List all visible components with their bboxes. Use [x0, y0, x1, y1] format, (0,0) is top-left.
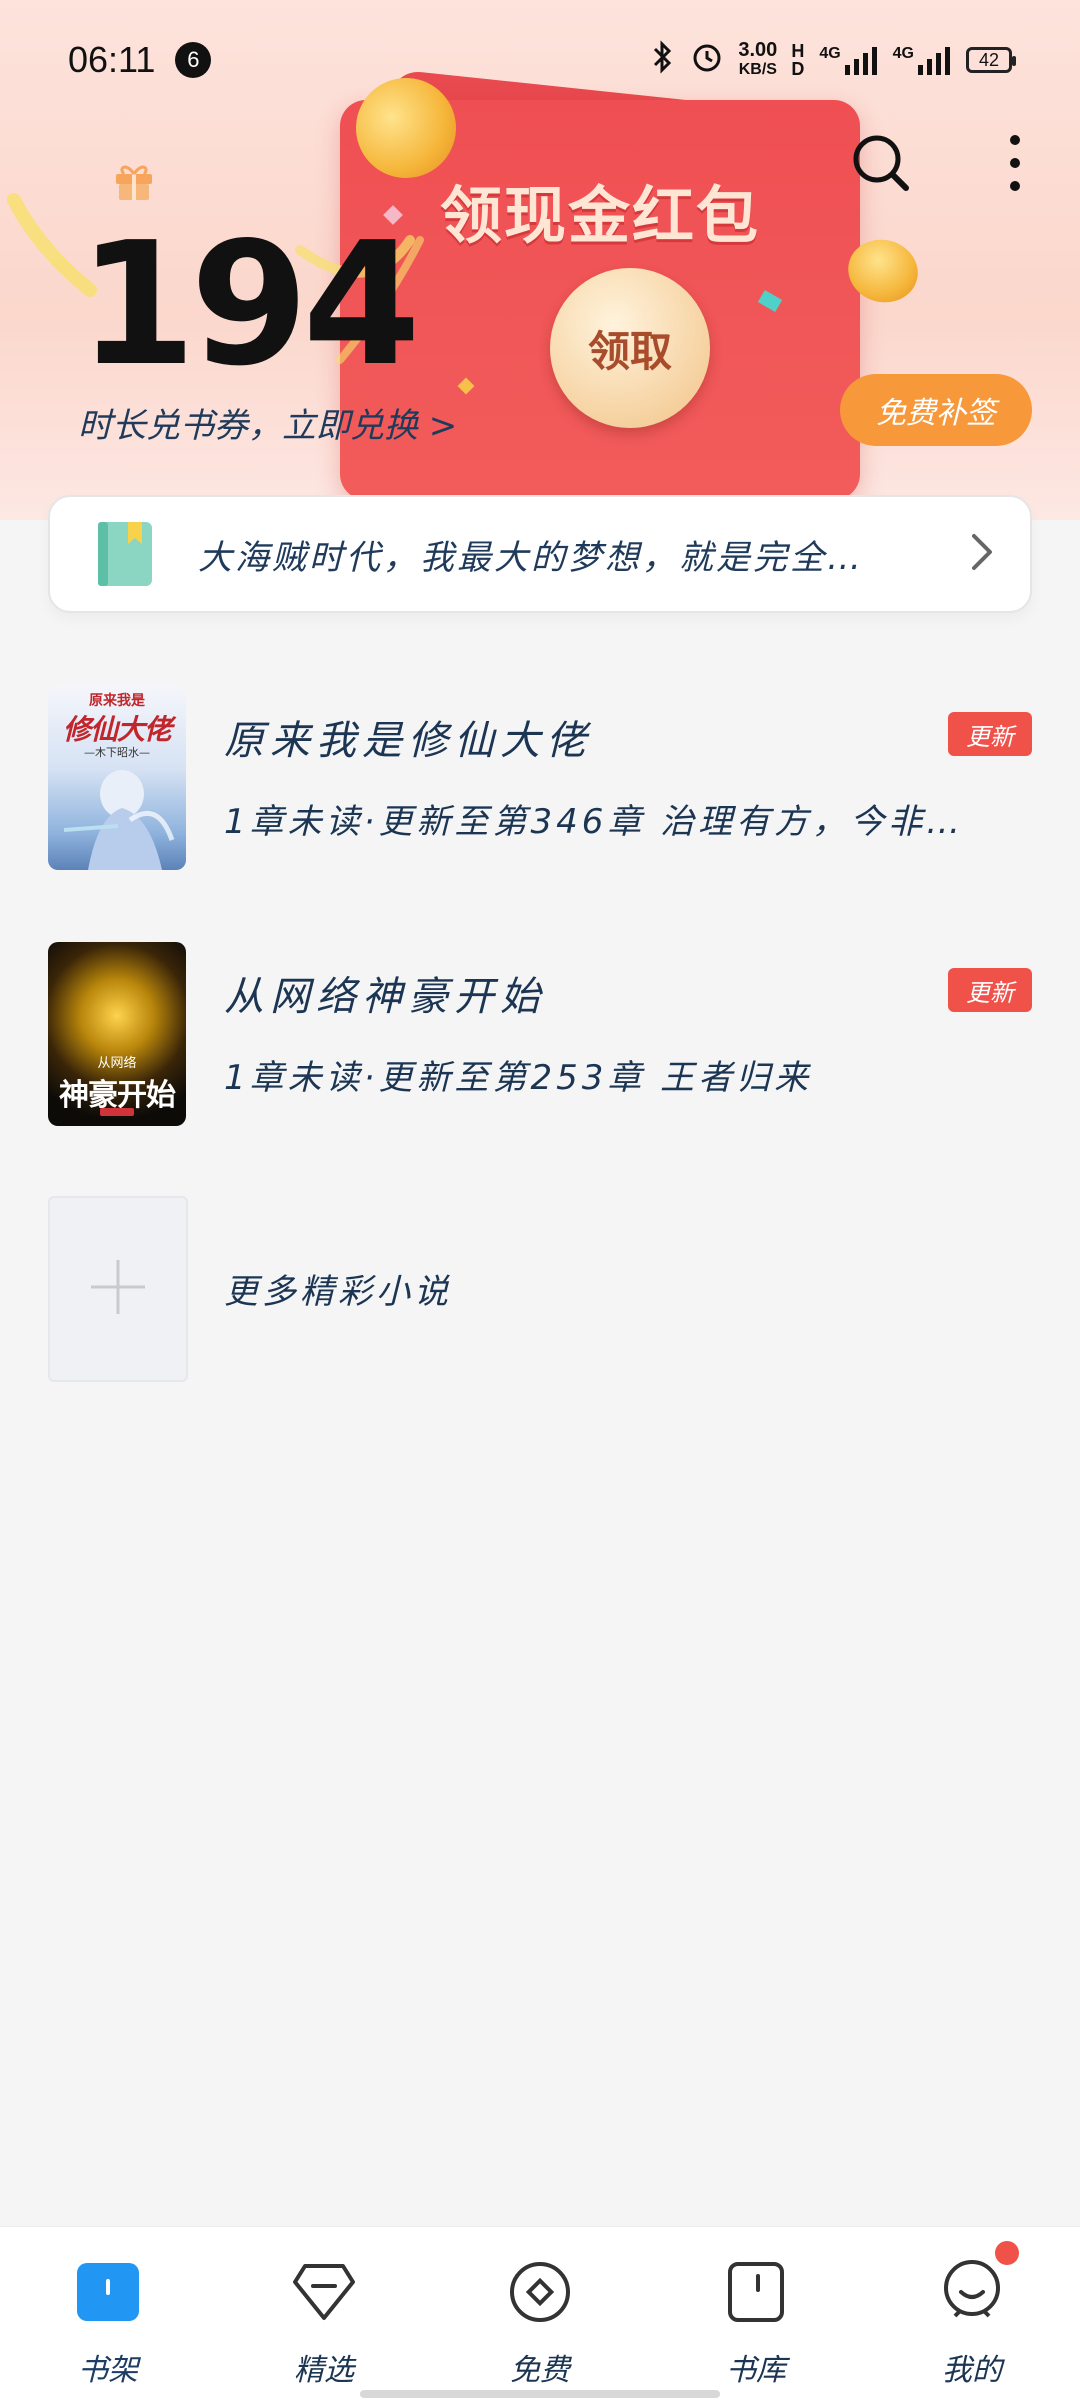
search-icon: [850, 132, 912, 198]
search-button[interactable]: [846, 130, 916, 200]
alarm-icon: [690, 40, 724, 81]
network-type-2: 4G: [892, 45, 914, 62]
notification-dot: [995, 2241, 1019, 2265]
cover-figure-illustration: [63, 770, 175, 870]
book-title[interactable]: 从网络神豪开始: [224, 964, 546, 1022]
featured-icon: [291, 2259, 357, 2325]
nav-label: 精选: [294, 2353, 354, 2388]
home-indicator[interactable]: [360, 2390, 720, 2398]
cover-publisher-mark: [100, 1108, 134, 1116]
network-speed: 3.00 KB/S: [738, 40, 777, 80]
gift-icon[interactable]: [112, 158, 156, 202]
cover-title-text: 修仙大佬: [62, 713, 172, 746]
announcement-bar[interactable]: 大海贼时代，我最大的梦想，就是完全…: [48, 495, 1032, 613]
cover-top-text: 原来我是: [89, 693, 145, 709]
nav-label: 书库: [726, 2353, 786, 2388]
book-progress-text: 1章未读·更新至第346章 治理有方，今非…: [224, 802, 965, 842]
network-type-1: 4G: [819, 45, 841, 62]
cover-top-text: 从网络: [97, 1056, 137, 1071]
library-icon: [723, 2259, 789, 2325]
more-novels-item[interactable]: 更多精彩小说: [48, 1196, 1032, 1382]
nav-item-featured[interactable]: 精选: [216, 2227, 432, 2400]
bottom-navigation: 书架 精选 免费 书库 我的: [0, 2226, 1080, 2400]
reading-duration-count: 194: [78, 206, 421, 404]
nav-label: 我的: [942, 2353, 1002, 2388]
nav-item-bookshelf[interactable]: 书架: [0, 2227, 216, 2400]
cover-author-text: —木下昭水—: [84, 746, 150, 759]
redeem-link[interactable]: 时长兑书券，立即兑换 >: [78, 398, 457, 447]
signal-bars-icon: [844, 47, 877, 75]
profile-icon: [939, 2241, 1019, 2325]
book-cover[interactable]: 从网络 神豪开始: [48, 942, 186, 1126]
battery-icon: 42: [966, 47, 1016, 73]
nav-item-library[interactable]: 书库: [648, 2227, 864, 2400]
status-indicators: 3.00 KB/S H D 4G 4G 42: [650, 39, 1016, 81]
signal-1: 4G: [819, 45, 878, 75]
book-cover[interactable]: 原来我是 修仙大佬 —木下昭水—: [48, 686, 186, 870]
more-vertical-icon: [1008, 133, 1022, 197]
add-book-button[interactable]: [48, 1196, 188, 1382]
plus-icon: [89, 1258, 147, 1320]
status-time: 06:11: [68, 39, 156, 80]
book-icon: [98, 522, 152, 586]
signal-bars-icon: [918, 47, 950, 75]
free-icon: [507, 2259, 573, 2325]
more-novels-label[interactable]: 更多精彩小说: [224, 1264, 452, 1313]
free-sign-button[interactable]: 免费补签: [840, 374, 1032, 446]
nav-label: 书架: [78, 2353, 138, 2388]
bookshelf-screen: 06:11 6 3.00 KB/S H D 4G 4G 42 领现金红包 领取 …: [0, 0, 1080, 2400]
red-packet-title: 领现金红包: [440, 179, 761, 252]
bookshelf-icon: [75, 2259, 141, 2325]
nav-item-profile[interactable]: 我的: [864, 2227, 1080, 2400]
bluetooth-icon: [650, 39, 676, 81]
book-progress-text: 1章未读·更新至第253章 王者归来: [224, 1058, 813, 1098]
announcement-text: 大海贼时代，我最大的梦想，就是完全…: [198, 537, 864, 578]
notification-count-badge: 6: [175, 42, 212, 78]
chevron-right-icon: [970, 532, 994, 576]
more-menu-button[interactable]: [980, 130, 1050, 200]
nav-item-free[interactable]: 免费: [432, 2227, 648, 2400]
book-title[interactable]: 原来我是修仙大佬: [224, 708, 592, 766]
nav-label: 免费: [510, 2353, 570, 2388]
claim-button[interactable]: 领取: [550, 268, 710, 428]
speed-unit: KB/S: [738, 61, 777, 78]
book-item[interactable]: 从网络 神豪开始 从网络神豪开始 更新 1章未读·更新至第253章 王者归来: [48, 942, 1032, 1126]
update-badge: 更新: [948, 712, 1032, 756]
speed-value: 3.00: [738, 39, 778, 61]
hd-label: H D: [791, 41, 805, 79]
signal-2: 4G: [893, 45, 952, 75]
book-item[interactable]: 原来我是 修仙大佬 —木下昭水— 原来我是修仙大佬 更新 1章未读·更新至第34…: [48, 686, 1032, 870]
update-badge: 更新: [948, 968, 1032, 1012]
